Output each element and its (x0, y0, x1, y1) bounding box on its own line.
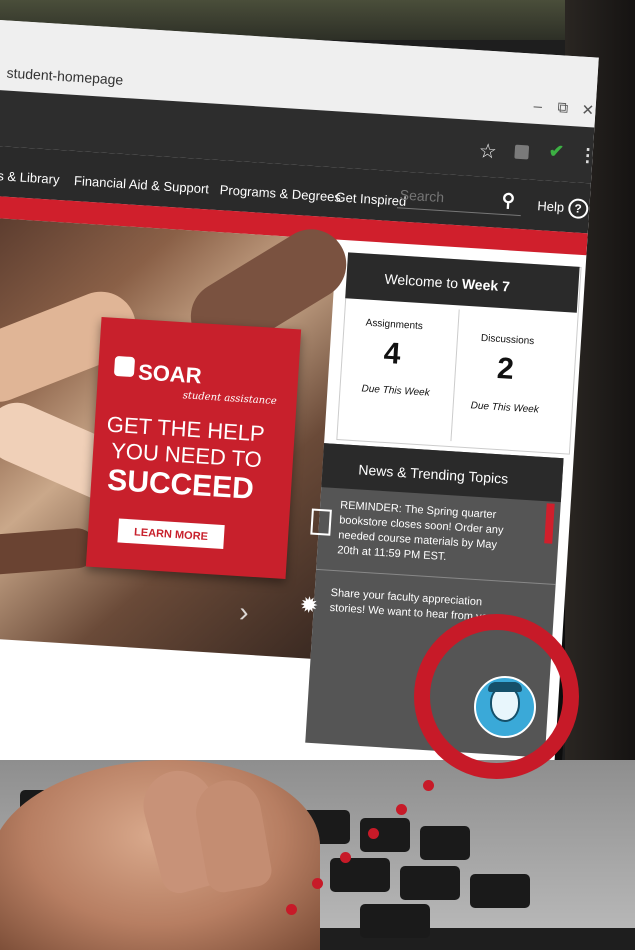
check-icon[interactable]: ✔ (548, 141, 564, 163)
pointer-dot (423, 780, 434, 791)
bookmark-star-icon[interactable]: ☆ (478, 138, 497, 164)
search-icon[interactable]: ⚲ (501, 190, 515, 212)
window-close-button[interactable]: ✕ (581, 101, 595, 120)
book-icon (310, 508, 332, 536)
keyboard-key (330, 858, 390, 892)
keyboard-key (470, 874, 530, 908)
discussions-count[interactable]: 2 (496, 352, 515, 387)
pointer-dot (286, 904, 297, 915)
welcome-week: Week 7 (461, 275, 511, 295)
pointer-dot (340, 852, 351, 863)
keyboard-key (420, 826, 470, 860)
keyboard-key (400, 866, 460, 900)
chatbot-avatar-hair (488, 682, 522, 692)
news-item[interactable]: REMINDER: The Spring quarter bookstore c… (337, 498, 520, 569)
soar-logo: SOAR (137, 359, 203, 389)
carousel-next-icon[interactable]: › (238, 596, 249, 629)
help-label: Help (536, 198, 565, 215)
window-restore-button[interactable]: ⧉ (557, 99, 569, 117)
help-link[interactable]: Help? (536, 196, 589, 220)
window-minimize-button[interactable]: – (533, 98, 542, 115)
help-icon: ? (567, 198, 589, 220)
hero-arm (0, 526, 99, 576)
pointer-dot (368, 828, 379, 839)
keyboard-key (360, 904, 430, 938)
starburst-icon: ✹ (299, 592, 320, 619)
pointer-dot (312, 878, 323, 889)
extension-icon[interactable] (514, 144, 530, 160)
assignments-count[interactable]: 4 (383, 337, 402, 372)
puzzle-piece-icon (113, 355, 136, 378)
pointer-dot (396, 804, 407, 815)
